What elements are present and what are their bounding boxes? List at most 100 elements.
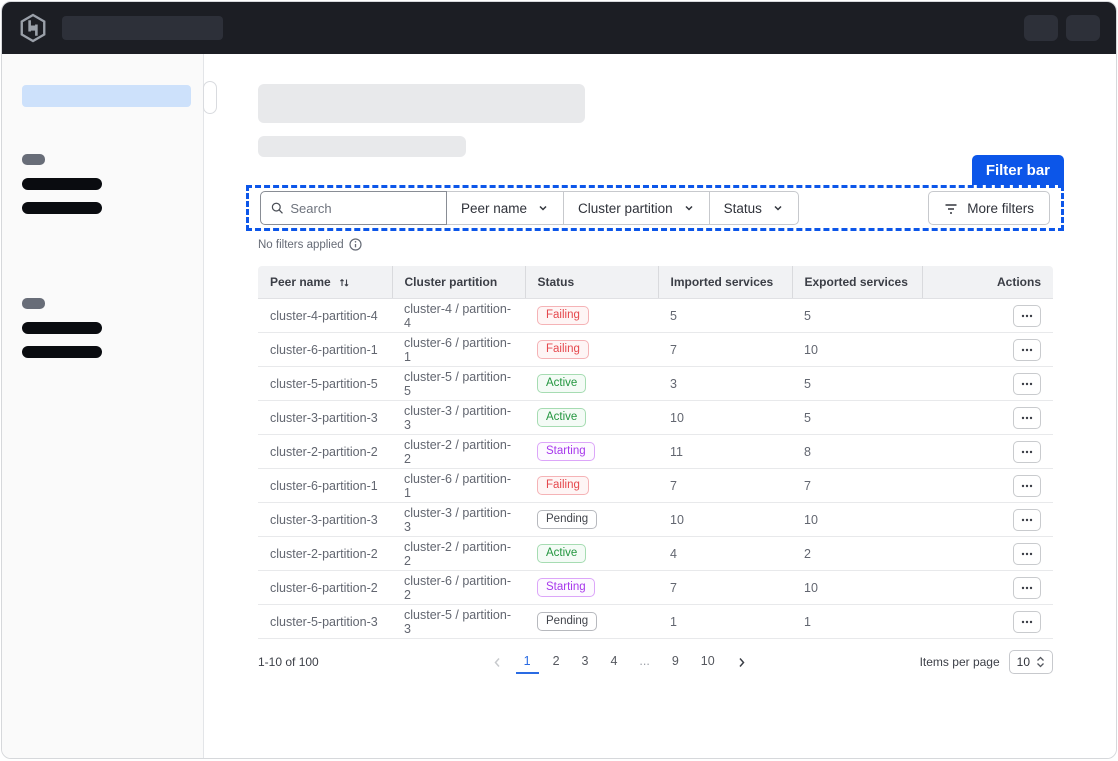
- column-header-cluster-partition: Cluster partition: [392, 266, 525, 299]
- sort-arrows-icon: [338, 276, 350, 288]
- peer-name-filter-dropdown[interactable]: Peer name: [446, 191, 564, 225]
- ellipsis-icon: [1021, 348, 1033, 352]
- cell-imported-services: 10: [658, 401, 792, 435]
- row-actions-button[interactable]: [1013, 373, 1041, 395]
- cell-peer-name: cluster-2-partition-2: [258, 537, 392, 571]
- sidebar-item-skeleton: [22, 202, 102, 214]
- dropdown-label: Cluster partition: [578, 201, 673, 216]
- column-header-exported-services: Exported services: [792, 266, 922, 299]
- cell-actions: [922, 605, 1053, 639]
- sidebar-section-label-skeleton: [22, 298, 45, 309]
- cell-imported-services: 5: [658, 299, 792, 333]
- items-per-page-label: Items per page: [920, 655, 1000, 669]
- sidebar-section-label-skeleton: [22, 154, 45, 165]
- cell-cluster-partition: cluster-2 / partition-2: [392, 537, 525, 571]
- row-actions-button[interactable]: [1013, 407, 1041, 429]
- row-actions-button[interactable]: [1013, 305, 1041, 327]
- page-number[interactable]: 3: [574, 650, 597, 674]
- pagination-pages: 1234... 910: [319, 650, 920, 674]
- page-number[interactable]: 1: [516, 650, 539, 674]
- row-actions-button[interactable]: [1013, 611, 1041, 633]
- table-row: cluster-2-partition-2 cluster-2 / partit…: [258, 537, 1053, 571]
- row-actions-button[interactable]: [1013, 543, 1041, 565]
- status-badge: Starting: [537, 578, 595, 597]
- page-list: 1234... 910: [516, 650, 723, 674]
- status-filter-dropdown[interactable]: Status: [709, 191, 799, 225]
- cell-cluster-partition: cluster-3 / partition-3: [392, 401, 525, 435]
- row-actions-button[interactable]: [1013, 509, 1041, 531]
- sidebar-item-skeleton: [22, 178, 102, 190]
- chevron-down-icon: [772, 202, 784, 214]
- cell-imported-services: 11: [658, 435, 792, 469]
- page-ellipsis: ...: [631, 650, 657, 674]
- cell-exported-services: 10: [792, 333, 922, 367]
- row-actions-button[interactable]: [1013, 441, 1041, 463]
- cell-status: Pending: [525, 503, 658, 537]
- chevron-down-icon: [537, 202, 549, 214]
- cell-actions: [922, 571, 1053, 605]
- table-row: cluster-5-partition-5 cluster-5 / partit…: [258, 367, 1053, 401]
- filter-bar-annotated-region: Filter bar Peer name: [246, 185, 1064, 231]
- ellipsis-icon: [1021, 416, 1033, 420]
- filter-bar-annotation-label: Filter bar: [972, 155, 1064, 185]
- cell-imported-services: 3: [658, 367, 792, 401]
- search-input[interactable]: [290, 201, 436, 216]
- column-header-peer-name[interactable]: Peer name: [258, 266, 392, 299]
- row-actions-button[interactable]: [1013, 339, 1041, 361]
- cell-cluster-partition: cluster-5 / partition-5: [392, 367, 525, 401]
- top-navigation-bar: [2, 2, 1116, 54]
- pagination-range: 1-10 of 100: [258, 655, 319, 669]
- cell-peer-name: cluster-4-partition-4: [258, 299, 392, 333]
- page-title-skeleton: [258, 84, 585, 123]
- ellipsis-icon: [1021, 586, 1033, 590]
- cell-actions: [922, 435, 1053, 469]
- column-header-status: Status: [525, 266, 658, 299]
- ellipsis-icon: [1021, 518, 1033, 522]
- table-body: cluster-4-partition-4 cluster-4 / partit…: [258, 299, 1053, 639]
- cell-status: Starting: [525, 571, 658, 605]
- chevron-right-icon: [735, 656, 748, 669]
- items-per-page-select[interactable]: 10: [1009, 650, 1053, 674]
- cell-peer-name: cluster-6-partition-2: [258, 571, 392, 605]
- more-filters-button[interactable]: More filters: [928, 191, 1050, 225]
- sidebar-collapse-handle[interactable]: [203, 81, 217, 114]
- cell-peer-name: cluster-3-partition-3: [258, 503, 392, 537]
- cell-imported-services: 10: [658, 503, 792, 537]
- info-icon[interactable]: [349, 238, 362, 251]
- filter-bar: Peer name Cluster partition: [246, 185, 1064, 231]
- cell-exported-services: 2: [792, 537, 922, 571]
- next-page-button[interactable]: [729, 656, 754, 669]
- applied-filters-status: No filters applied: [258, 238, 1116, 251]
- page-number[interactable]: 2: [545, 650, 568, 674]
- page-number[interactable]: 4: [602, 650, 625, 674]
- chevron-down-icon: [683, 202, 695, 214]
- page-number[interactable]: 9: [664, 650, 687, 674]
- page-number[interactable]: 10: [693, 650, 723, 674]
- row-actions-button[interactable]: [1013, 475, 1041, 497]
- status-badge: Pending: [537, 510, 597, 529]
- main-content: Filter bar Peer name: [204, 54, 1116, 758]
- cell-imported-services: 4: [658, 537, 792, 571]
- table-row: cluster-6-partition-1 cluster-6 / partit…: [258, 333, 1053, 367]
- ellipsis-icon: [1021, 382, 1033, 386]
- cluster-partition-filter-dropdown[interactable]: Cluster partition: [563, 191, 710, 225]
- status-badge: Failing: [537, 306, 589, 325]
- cell-status: Active: [525, 367, 658, 401]
- row-actions-button[interactable]: [1013, 577, 1041, 599]
- ellipsis-icon: [1021, 450, 1033, 454]
- table-row: cluster-3-partition-3 cluster-3 / partit…: [258, 401, 1053, 435]
- cell-peer-name: cluster-3-partition-3: [258, 401, 392, 435]
- select-caret-icon: [1036, 656, 1045, 668]
- column-header-imported-services: Imported services: [658, 266, 792, 299]
- more-filters-label: More filters: [967, 201, 1034, 216]
- status-badge: Failing: [537, 340, 589, 359]
- cell-imported-services: 7: [658, 333, 792, 367]
- pagination-bar: 1-10 of 100 1234...910 Item: [258, 650, 1053, 674]
- previous-page-button[interactable]: [485, 656, 510, 669]
- cell-exported-services: 8: [792, 435, 922, 469]
- ellipsis-icon: [1021, 314, 1033, 318]
- status-badge: Active: [537, 408, 586, 427]
- search-field[interactable]: [260, 191, 447, 225]
- cell-status: Starting: [525, 435, 658, 469]
- table-row: cluster-6-partition-1 cluster-6 / partit…: [258, 469, 1053, 503]
